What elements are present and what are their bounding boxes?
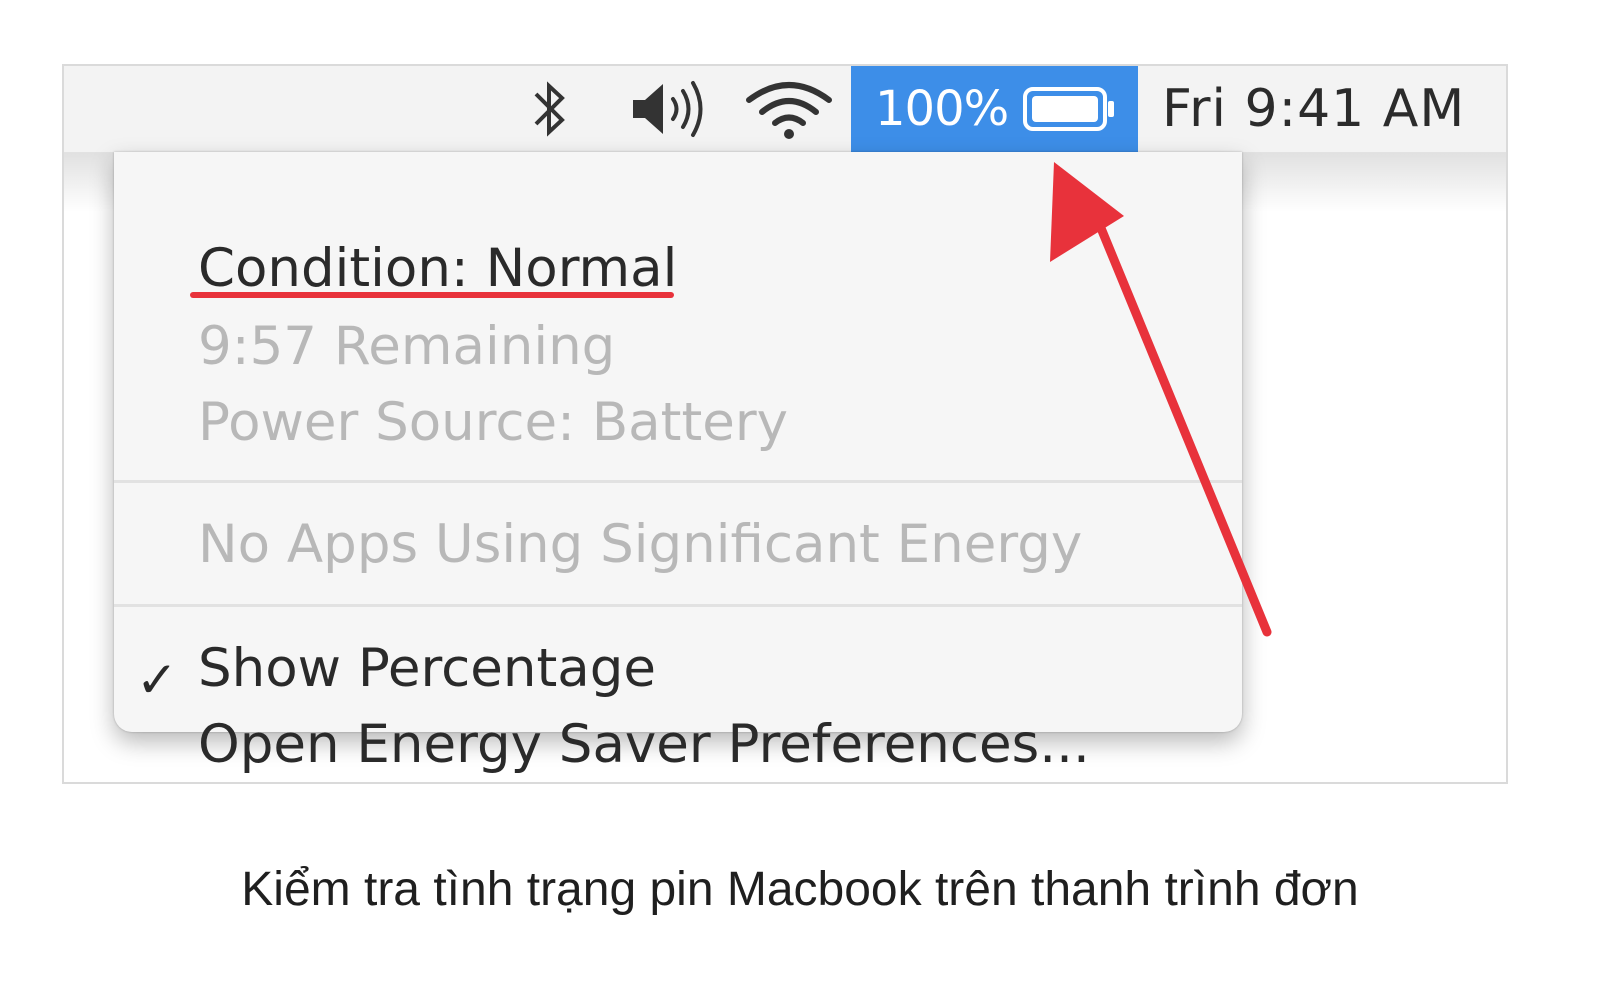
battery-icon [1022,84,1118,134]
power-source: Power Source: Battery [198,392,788,453]
battery-status-item[interactable]: 100% [851,66,1138,152]
battery-condition: Condition: Normal [198,238,678,299]
bluetooth-icon[interactable] [520,66,580,152]
time-remaining: 9:57 Remaining [198,316,616,377]
screenshot-frame: 100% Fri 9:41 AM Condition: Normal 9:57 … [62,64,1508,784]
image-caption: Kiểm tra tình trạng pin Macbook trên tha… [241,863,1359,916]
menu-separator [114,604,1242,607]
annotation-underline [190,292,674,298]
battery-percentage: 100% [875,81,1009,137]
menu-separator [114,480,1242,483]
wifi-icon[interactable] [744,66,834,152]
checkmark-icon: ✓ [136,651,178,709]
menu-bar: 100% Fri 9:41 AM [64,66,1506,153]
battery-dropdown-menu: Condition: Normal 9:57 Remaining Power S… [114,152,1242,771]
battery-fill [1032,96,1099,122]
show-percentage-item[interactable]: Show Percentage [198,642,656,695]
energy-apps-status: No Apps Using Significant Energy [198,514,1083,575]
volume-icon[interactable] [626,66,718,152]
menubar-clock[interactable]: Fri 9:41 AM [1162,66,1465,152]
open-energy-saver-preferences-item[interactable]: Open Energy Saver Preferences... [198,718,1090,771]
